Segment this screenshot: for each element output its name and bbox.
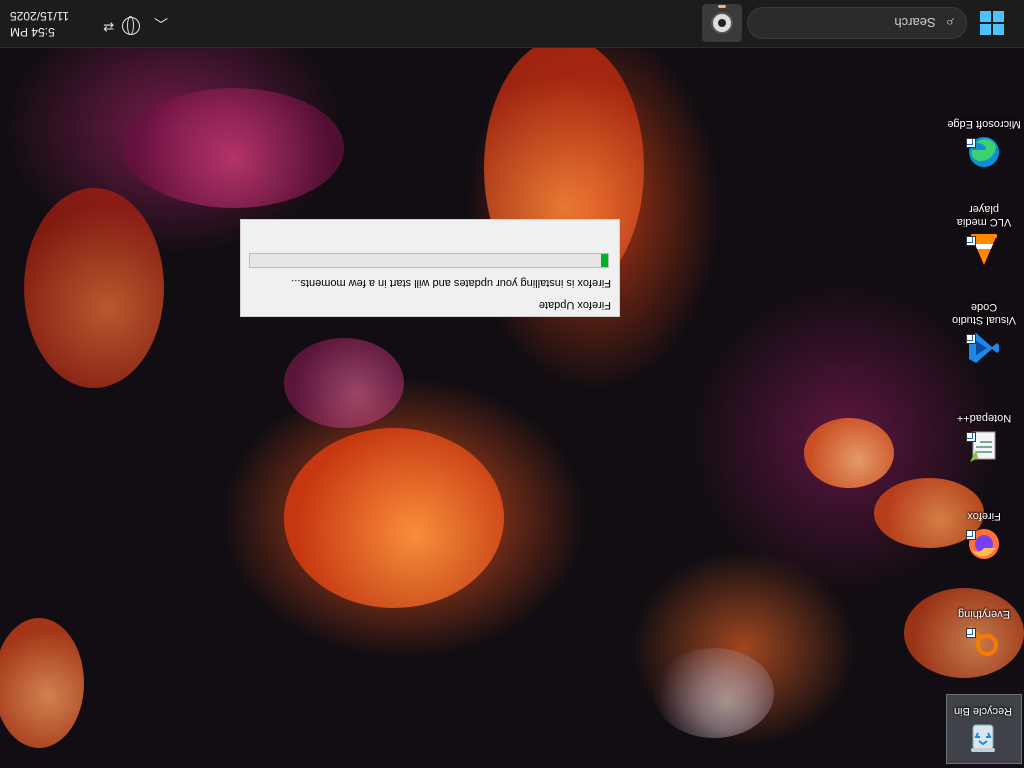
taskbar-search[interactable]: ⌕ [747, 7, 967, 39]
desktop-icon-label: Microsoft Edge [947, 118, 1021, 130]
shortcut-arrow-icon [966, 628, 976, 638]
search-icon: ⌕ [945, 14, 954, 32]
taskbar: ⌕ ︿ ⇄ 5:54 PM 11/15/2025 [0, 0, 1024, 48]
shortcut-arrow-icon [966, 236, 976, 246]
desktop-icon-label: Firefox [967, 510, 1001, 522]
network-icon[interactable]: ⇄ [103, 19, 114, 35]
desktop-icon-label: Visual Studio Code [952, 301, 1017, 326]
desktop-wallpaper [0, 0, 1024, 768]
desktop-icon-label: Everything [958, 608, 1010, 620]
chevron-up-icon[interactable]: ︿ [154, 14, 168, 34]
desktop-icon-firefox[interactable]: Firefox [946, 472, 1022, 568]
desktop-icon-edge[interactable]: Microsoft Edge [946, 80, 1022, 176]
search-input[interactable] [783, 14, 938, 32]
dialog-title: Firefox Update [538, 299, 611, 311]
dialog-message: Firefox is installing your updates and w… [291, 277, 611, 289]
screen: Recycle Bin Everything Firefox Notepad++ Vis… [0, 0, 1024, 768]
shortcut-arrow-icon [966, 138, 976, 148]
desktop-icon-label: Recycle Bin [953, 705, 1013, 717]
desktop-icon-vscode[interactable]: Visual Studio Code [946, 276, 1022, 372]
desktop-icon-everything[interactable]: Everything [946, 570, 1022, 666]
desktop-icon-vlc[interactable]: VLC media player [946, 178, 1022, 274]
shortcut-arrow-icon [966, 530, 976, 540]
firefox-update-dialog: Firefox Update Firefox is installing you… [240, 219, 620, 317]
desktop-icon-label: Notepad++ [956, 412, 1012, 424]
windows-start-icon[interactable] [980, 11, 1004, 35]
desktop-icon-recycle-bin[interactable]: Recycle Bin [946, 694, 1022, 764]
clock-date: 11/15/2025 [10, 9, 70, 23]
update-progress-bar [249, 253, 609, 268]
recycle-bin-icon [965, 721, 1001, 757]
shortcut-arrow-icon [966, 334, 976, 344]
desktop-icon-label: VLC media player [956, 203, 1012, 228]
shortcut-arrow-icon [966, 432, 976, 442]
clock-time: 5:54 PM [10, 25, 55, 39]
desktop-icon-notepad-plus-plus[interactable]: Notepad++ [946, 374, 1022, 470]
webcam-app-icon[interactable] [702, 4, 742, 42]
globe-icon[interactable] [122, 17, 140, 35]
update-progress-fill [600, 254, 608, 267]
taskbar-clock[interactable]: 5:54 PM 11/15/2025 [10, 8, 80, 40]
